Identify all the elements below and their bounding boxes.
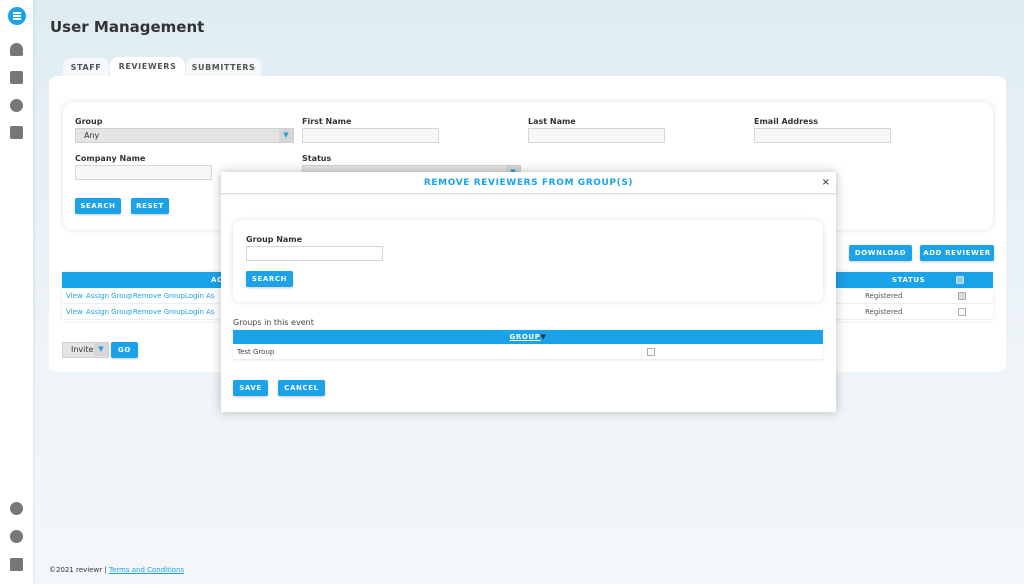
footer: ©2021 reviewr | Terms and Conditions (49, 566, 184, 574)
last-name-input[interactable] (528, 128, 665, 143)
group-name-cell: Test Group (237, 348, 275, 356)
remove-reviewers-modal: REMOVE REVIEWERS FROM GROUP(S) × Group N… (221, 172, 836, 412)
dashboard-icon[interactable] (10, 43, 23, 56)
modal-title: REMOVE REVIEWERS FROM GROUP(S) (221, 172, 836, 194)
save-button[interactable]: SAVE (233, 380, 268, 396)
email-label: Email Address (754, 117, 819, 126)
row-checkbox[interactable] (958, 292, 966, 300)
company-input[interactable] (75, 165, 212, 180)
group-name-label: Group Name (246, 235, 303, 244)
row-checkbox[interactable] (958, 308, 966, 316)
remove-group-link[interactable]: Remove Group (133, 304, 185, 320)
bulk-action-select[interactable]: Invite ▼ (62, 342, 109, 358)
modal-search-button[interactable]: SEARCH (246, 271, 293, 287)
email-input[interactable] (754, 128, 891, 143)
status-header[interactable]: STATUS (892, 272, 925, 288)
search-button[interactable]: SEARCH (75, 198, 121, 214)
logo-icon[interactable] (8, 7, 26, 25)
first-name-input[interactable] (302, 128, 439, 143)
group-name-input[interactable] (246, 246, 383, 261)
sidebar (0, 0, 33, 584)
tab-submitters[interactable]: SUBMITTERS (186, 58, 261, 77)
first-name-label: First Name (302, 117, 352, 126)
group-select[interactable]: Any ▼ (75, 128, 294, 143)
terms-link[interactable]: Terms and Conditions (109, 566, 184, 574)
login-as-link[interactable]: Login As (185, 304, 215, 320)
sort-desc-icon: ▼ (540, 333, 547, 341)
group-header-label[interactable]: GROUP (510, 333, 541, 341)
groups-table: GROUP▼ Test Group (233, 330, 823, 360)
last-name-label: Last Name (528, 117, 576, 126)
select-all-checkbox[interactable] (956, 276, 964, 284)
reset-button[interactable]: RESET (131, 198, 169, 214)
clipboard-icon[interactable] (10, 126, 23, 139)
modal-search-panel: Group Name SEARCH (233, 220, 823, 302)
login-as-link[interactable]: Login As (185, 288, 215, 304)
download-button[interactable]: DOWNLOAD (849, 245, 912, 261)
group-row: Test Group (233, 344, 823, 360)
user-icon[interactable] (10, 530, 23, 543)
company-label: Company Name (75, 154, 146, 163)
status-cell: Registered (865, 292, 903, 300)
tab-reviewers[interactable]: REVIEWERS (110, 57, 185, 77)
go-button[interactable]: GO (111, 342, 138, 358)
add-reviewer-button[interactable]: ADD REVIEWER (920, 245, 994, 261)
chevron-down-icon: ▼ (94, 343, 108, 356)
view-link[interactable]: View (66, 288, 83, 304)
tab-staff[interactable]: STAFF (63, 58, 109, 77)
page-title: User Management (50, 18, 205, 36)
group-header[interactable]: GROUP▼ (233, 330, 823, 344)
assign-group-link[interactable]: Assign Group (86, 288, 132, 304)
status-cell: Registered (865, 308, 903, 316)
view-link[interactable]: View (66, 304, 83, 320)
bulk-action-value: Invite (71, 345, 94, 354)
group-label: Group (75, 117, 103, 126)
copyright: ©2021 reviewr | (49, 566, 107, 574)
chevron-down-icon: ▼ (279, 129, 293, 142)
group-value: Any (84, 131, 100, 140)
remove-group-link[interactable]: Remove Group (133, 288, 185, 304)
help-icon[interactable] (10, 502, 23, 515)
status-label: Status (302, 154, 332, 163)
logout-icon[interactable] (10, 558, 23, 571)
calendar-icon[interactable] (10, 71, 23, 84)
group-checkbox[interactable] (647, 348, 655, 356)
close-icon[interactable]: × (822, 177, 830, 188)
groups-label: Groups in this event (233, 318, 314, 327)
gear-icon[interactable] (10, 99, 23, 112)
cancel-button[interactable]: CANCEL (278, 380, 325, 396)
assign-group-link[interactable]: Assign Group (86, 304, 132, 320)
